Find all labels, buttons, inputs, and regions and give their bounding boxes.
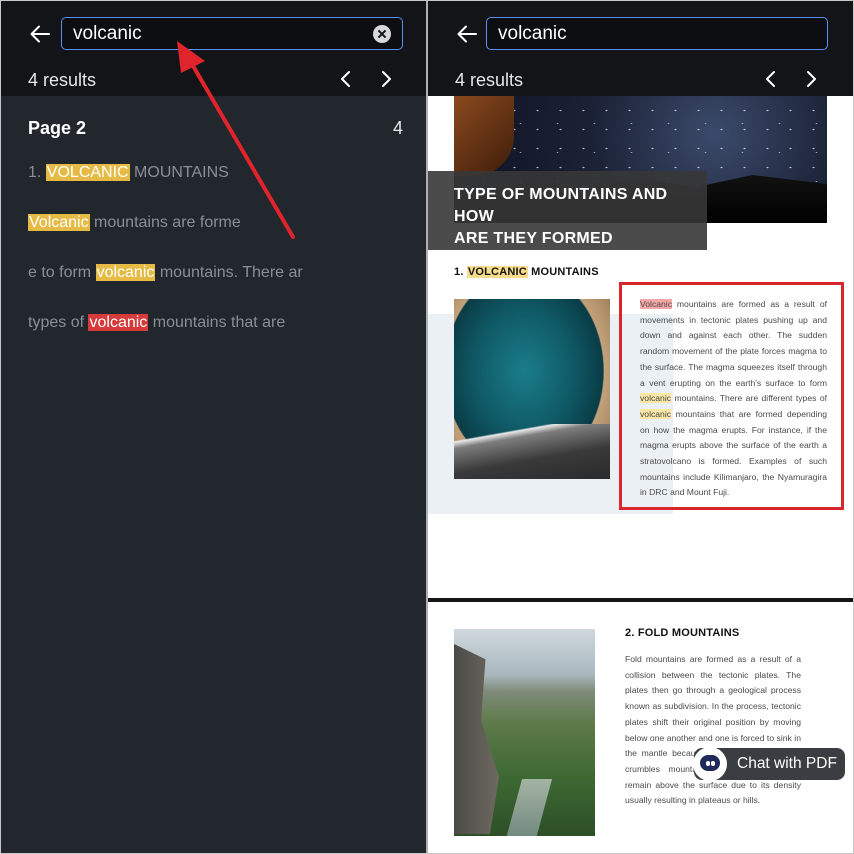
highlighted-paragraph-box: Volcanic mountains are formed as a resul… bbox=[619, 282, 844, 510]
section-paragraph: Fold mountains are formed as a result of… bbox=[625, 654, 801, 806]
snippet-text: mountains that are bbox=[148, 314, 286, 331]
back-button[interactable] bbox=[27, 21, 53, 47]
chat-button-label: Chat with PDF bbox=[737, 755, 837, 772]
page-separator bbox=[428, 598, 853, 602]
search-field[interactable] bbox=[486, 17, 828, 50]
match-highlight: volcanic bbox=[640, 393, 672, 404]
result-snippet[interactable]: e to form volcanic mountains. There ar bbox=[28, 264, 303, 282]
match-highlight: volcanic bbox=[640, 408, 672, 419]
screenshot-frame: 4 results Page 2 4 1. VOLCANIC MOUNTAINS… bbox=[0, 0, 854, 854]
search-toolbar: 4 results bbox=[1, 1, 426, 96]
snippet-text: e to form bbox=[28, 264, 96, 281]
document-title-banner: TYPE OF MOUNTAINS AND HOW ARE THEY FORME… bbox=[428, 171, 707, 250]
match-highlight: VOLCANIC bbox=[466, 266, 528, 278]
clear-icon[interactable] bbox=[373, 25, 391, 43]
snippet-text: mountains. There ar bbox=[155, 264, 303, 281]
document-title-line: ARE THEY FORMED bbox=[454, 230, 613, 247]
fold-mountain-image bbox=[454, 629, 595, 836]
river bbox=[505, 779, 553, 836]
result-snippet-active[interactable]: types of volcanic mountains that are bbox=[28, 314, 285, 332]
active-match-highlight: volcanic bbox=[88, 314, 149, 331]
search-input[interactable] bbox=[73, 22, 363, 46]
document-title-line: TYPE OF MOUNTAINS AND HOW bbox=[454, 186, 668, 225]
section-heading-rest: MOUNTAINS bbox=[527, 266, 599, 278]
paragraph-text: mountains. There are different types of bbox=[671, 393, 827, 404]
arrow-left-icon bbox=[30, 25, 50, 43]
results-count: 4 results bbox=[455, 70, 524, 90]
mineral-crust bbox=[454, 424, 610, 479]
search-results-panel: 4 results Page 2 4 1. VOLCANIC MOUNTAINS… bbox=[1, 1, 426, 853]
result-snippet[interactable]: 1. VOLCANIC MOUNTAINS bbox=[28, 164, 229, 182]
snippet-text: mountains are forme bbox=[89, 214, 241, 231]
chevron-left-icon bbox=[341, 71, 350, 87]
next-result-button[interactable] bbox=[374, 67, 398, 91]
results-count: 4 results bbox=[28, 70, 97, 90]
chat-with-pdf-button[interactable]: Chat with PDF bbox=[693, 747, 845, 781]
search-field[interactable] bbox=[61, 17, 403, 50]
page-heading: Page 2 bbox=[28, 118, 87, 138]
match-highlight: Volcanic bbox=[28, 214, 90, 231]
chevron-right-icon bbox=[382, 71, 391, 87]
arrow-left-icon bbox=[457, 25, 477, 43]
snippet-text: 1. bbox=[28, 164, 46, 181]
chat-bot-icon bbox=[693, 747, 727, 781]
section-paragraph: Volcanic mountains are formed as a resul… bbox=[640, 297, 827, 501]
page-match-count: 4 bbox=[392, 118, 403, 138]
previous-result-button[interactable] bbox=[759, 67, 783, 91]
pdf-viewer-panel: 4 results TYPE OF MOUNTAINS AND HOW ARE … bbox=[428, 1, 853, 853]
search-input[interactable] bbox=[498, 22, 788, 46]
snippet-text: types of bbox=[28, 314, 89, 331]
paragraph-text: mountains are formed as a result of move… bbox=[640, 299, 827, 388]
back-button[interactable] bbox=[454, 21, 480, 47]
section-number: 1. bbox=[454, 266, 467, 278]
match-highlight: volcanic bbox=[95, 264, 156, 281]
search-toolbar: 4 results bbox=[428, 1, 853, 96]
section-heading-volcanic: 1. VOLCANIC MOUNTAINS bbox=[454, 266, 599, 278]
paragraph-text: mountains that are formed depending on h… bbox=[640, 408, 827, 498]
hot-spring-image bbox=[454, 299, 610, 479]
next-result-button[interactable] bbox=[799, 67, 823, 91]
snippet-text: MOUNTAINS bbox=[129, 164, 229, 181]
cliff-face bbox=[454, 644, 499, 834]
previous-result-button[interactable] bbox=[334, 67, 358, 91]
result-snippet[interactable]: Volcanic mountains are forme bbox=[28, 214, 241, 232]
chevron-right-icon bbox=[807, 71, 816, 87]
section-heading-fold: 2. FOLD MOUNTAINS bbox=[625, 627, 740, 639]
chevron-left-icon bbox=[766, 71, 775, 87]
active-match-highlight: Volcanic bbox=[640, 299, 673, 309]
match-highlight: VOLCANIC bbox=[45, 164, 130, 181]
